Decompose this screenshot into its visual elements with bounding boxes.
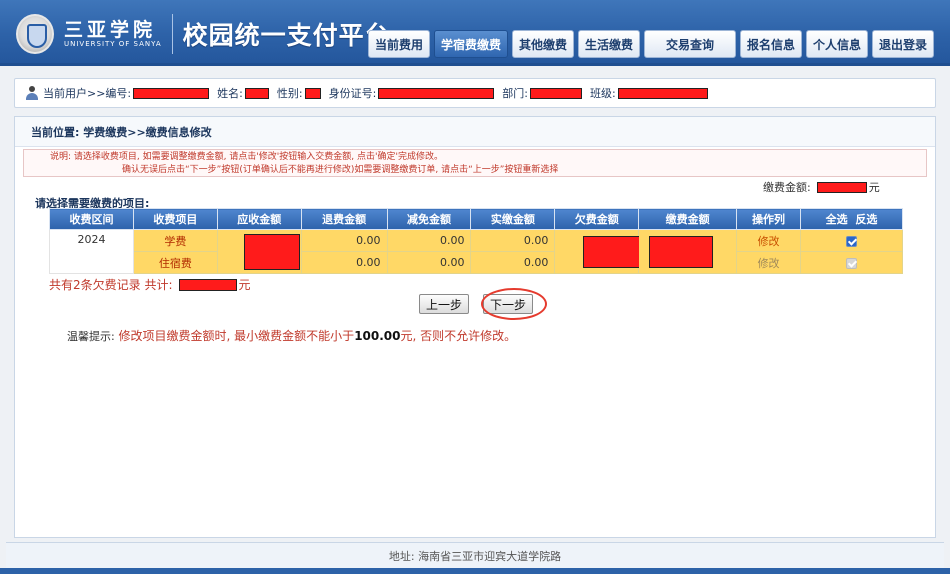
arrears-cell: [554, 229, 646, 274]
user-gender: 性别:: [277, 85, 321, 101]
logo-chinese: 三亚学院: [64, 18, 157, 41]
arrears-summary: 共有2条欠费记录 共计: 元: [49, 278, 251, 292]
redacted-user-id: [133, 87, 210, 99]
paid-cell: 0.00: [470, 229, 556, 252]
redacted-arrears: [583, 236, 646, 268]
edit-link[interactable]: 修改: [736, 251, 802, 274]
breadcrumb: 当前位置: 学费缴费>>缴费信息修改: [15, 117, 935, 147]
main-panel: 当前位置: 学费缴费>>缴费信息修改 说明: 请选择收费项目, 如需要调整缴费金…: [14, 116, 936, 538]
item-cell: 学费: [132, 229, 218, 252]
col-operation: 操作列: [736, 208, 802, 230]
platform-title: 校园统一支付平台: [182, 21, 391, 50]
select-cell: [800, 229, 903, 252]
redacted-idcard: [378, 87, 495, 99]
prev-step-button[interactable]: 上一步: [419, 294, 470, 314]
user-dept: 部门:: [502, 85, 583, 101]
fee-table: 收费区间 收费项目 应收金额 退费金额 减免金额 实缴金额 欠费金额 缴费金额 …: [49, 208, 903, 274]
user-icon: [25, 86, 39, 100]
header: 三亚学院 UNIVERSITY OF SANYA 校园统一支付平台 当前费用 学…: [0, 0, 950, 66]
user-id: 当前用户>>编号:: [43, 85, 210, 101]
reduce-cell: 0.00: [386, 229, 472, 252]
redacted-receivable: [243, 234, 300, 270]
row-checkbox[interactable]: [846, 235, 857, 247]
col-paid: 实缴金额: [470, 208, 556, 230]
logo-divider: [171, 14, 173, 54]
user-info-bar: 当前用户>>编号: 姓名: 性别: 身份证号: 部门: 班级:: [14, 78, 936, 108]
logo-text: 三亚学院 UNIVERSITY OF SANYA: [64, 18, 162, 49]
nav-registration-info[interactable]: 报名信息: [740, 30, 802, 58]
edit-link[interactable]: 修改: [736, 229, 802, 252]
highlight-circle: [481, 288, 547, 320]
col-reduce: 减免金额: [386, 208, 472, 230]
nav-living-payment[interactable]: 生活缴费: [578, 30, 640, 58]
notice-line-1: 说明: 请选择收费项目, 如需要调整缴费金额, 请点击'修改'按钮输入交费金额,…: [50, 152, 443, 162]
col-select: 全选 反选: [800, 208, 903, 230]
col-refund: 退费金额: [300, 208, 388, 230]
select-cell: [800, 251, 903, 274]
redacted-name: [244, 87, 269, 99]
table-row: 2024 学费 0.00 0.00 0.00 修改: [49, 229, 903, 274]
item-cell: 住宿费: [132, 251, 218, 274]
reduce-cell: 0.00: [386, 251, 472, 274]
nav-logout[interactable]: 退出登录: [872, 30, 934, 58]
university-seal-icon: [16, 14, 54, 54]
user-class: 班级:: [590, 85, 708, 101]
receivable-cell: [216, 229, 302, 274]
invert-select-link[interactable]: 反选: [855, 213, 877, 226]
redacted-pay-amount: [649, 236, 714, 268]
row-checkbox[interactable]: [846, 257, 857, 269]
logo[interactable]: 三亚学院 UNIVERSITY OF SANYA 校园统一支付平台: [16, 12, 391, 56]
redacted-dept: [530, 87, 583, 99]
user-idcard: 身份证号:: [329, 85, 495, 101]
pay-amount-cell: [638, 229, 738, 274]
nav-current-fees[interactable]: 当前费用: [368, 30, 430, 58]
footer-address: 地址: 海南省三亚市迎宾大道学院路: [388, 549, 562, 563]
col-pay-amount: 缴费金额: [638, 208, 738, 230]
notice-line-2: 确认无误后点击“下一步”按钮(订单确认后不能再进行修改)如需要调整缴费订单, 请…: [122, 165, 559, 175]
nav-personal-info[interactable]: 个人信息: [806, 30, 868, 58]
user-name: 姓名:: [217, 85, 269, 101]
col-period: 收费区间: [49, 208, 134, 230]
bottom-bar: [0, 568, 950, 574]
tip-text: 温馨提示: 修改项目缴费金额时, 最小缴费金额不能小于100.00元, 否则不允…: [67, 329, 517, 343]
nav-other-payment[interactable]: 其他缴费: [512, 30, 574, 58]
redacted-gender: [304, 87, 321, 99]
refund-cell: 0.00: [300, 229, 388, 252]
nav-transaction-query[interactable]: 交易查询: [644, 30, 736, 58]
period-cell: 2024: [49, 229, 134, 274]
col-arrears: 欠费金额: [554, 208, 640, 230]
redacted-class: [617, 87, 708, 99]
col-receivable: 应收金额: [216, 208, 302, 230]
redacted-payment-amount: [816, 181, 867, 193]
select-all-link[interactable]: 全选: [826, 213, 848, 226]
nav-tuition-payment[interactable]: 学宿费缴费: [434, 30, 508, 58]
footer: 地址: 海南省三亚市迎宾大道学院路: [6, 542, 944, 568]
col-item: 收费项目: [132, 208, 218, 230]
notice-box: 说明: 请选择收费项目, 如需要调整缴费金额, 请点击'修改'按钮输入交费金额,…: [23, 149, 927, 177]
paid-cell: 0.00: [470, 251, 556, 274]
redacted-total: [178, 278, 237, 291]
refund-cell: 0.00: [300, 251, 388, 274]
table-row: 住宿费 0.00 0.00 0.00 修改: [50, 251, 903, 274]
main-nav: 当前费用 学宿费缴费 其他缴费 生活缴费 交易查询 报名信息 个人信息 退出登录: [368, 30, 938, 58]
table-header-row: 收费区间 收费项目 应收金额 退费金额 减免金额 实缴金额 欠费金额 缴费金额 …: [49, 208, 903, 230]
payment-amount: 缴费金额: 元: [763, 181, 880, 194]
logo-english: UNIVERSITY OF SANYA: [64, 39, 162, 48]
